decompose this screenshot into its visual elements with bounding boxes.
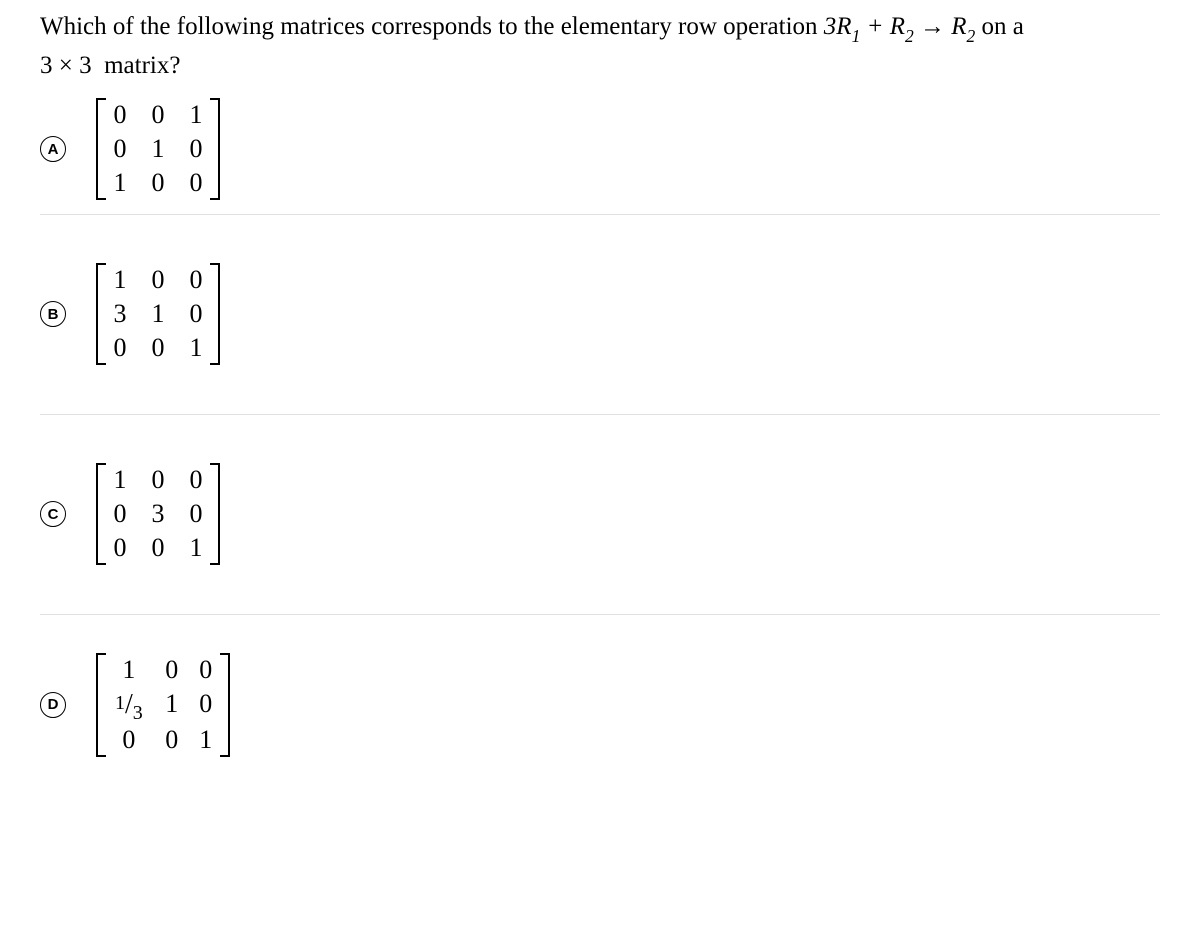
option-label-c: C bbox=[40, 501, 66, 527]
matrix-b: 100 310 001 bbox=[96, 263, 220, 365]
option-label-d: D bbox=[40, 692, 66, 718]
option-b[interactable]: B 100 310 001 bbox=[40, 215, 1160, 415]
question-text: Which of the following matrices correspo… bbox=[40, 8, 1160, 85]
option-c[interactable]: C 100 030 001 bbox=[40, 415, 1160, 615]
question-prefix: Which of the following matrices correspo… bbox=[40, 13, 824, 40]
option-d[interactable]: D 100 1/310 001 bbox=[40, 615, 1160, 815]
matrix-a: 001 010 100 bbox=[96, 98, 220, 200]
option-label-b: B bbox=[40, 301, 66, 327]
option-a[interactable]: A 001 010 100 bbox=[40, 95, 1160, 215]
fraction-one-third: 1/3 bbox=[112, 689, 146, 721]
option-label-a: A bbox=[40, 136, 66, 162]
question-operation: 3R1 + R2 → R2 bbox=[824, 13, 975, 40]
matrix-d: 100 1/310 001 bbox=[96, 653, 230, 757]
matrix-c: 100 030 001 bbox=[96, 463, 220, 565]
options-list: A 001 010 100 B 100 310 001 bbox=[40, 95, 1160, 815]
